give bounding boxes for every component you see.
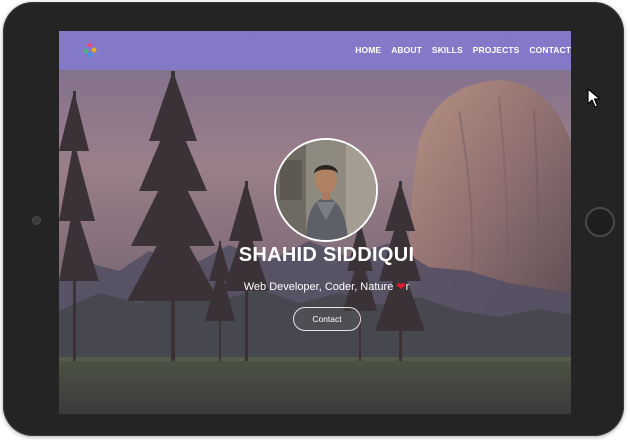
- profile-avatar: [274, 138, 378, 242]
- profile-photo: [276, 140, 376, 240]
- heart-icon: ❤: [396, 281, 406, 293]
- tablet-frame: HOME ABOUT SKILLS PROJECTS CONTACT SHAHI…: [3, 2, 624, 436]
- tablet-screen: HOME ABOUT SKILLS PROJECTS CONTACT SHAHI…: [59, 31, 571, 414]
- profile-tagline: Web Developer, Coder, Nature ❤r: [59, 280, 571, 293]
- nav-link-home[interactable]: HOME: [355, 45, 381, 55]
- navbar: HOME ABOUT SKILLS PROJECTS CONTACT: [59, 31, 571, 70]
- nav-link-projects[interactable]: PROJECTS: [473, 45, 520, 55]
- tablet-home-button[interactable]: [585, 207, 615, 237]
- nav-links: HOME ABOUT SKILLS PROJECTS CONTACT: [345, 45, 571, 55]
- mouse-cursor-icon: [587, 88, 601, 108]
- tagline-text: Web Developer, Coder, Nature: [243, 281, 397, 293]
- profile-name: SHAHID SIDDIQUI: [238, 244, 415, 266]
- nav-link-skills[interactable]: SKILLS: [432, 45, 463, 55]
- tagline-suffix: r: [405, 281, 410, 293]
- tablet-camera: [32, 216, 41, 225]
- nav-link-contact[interactable]: CONTACT: [529, 45, 571, 55]
- nav-link-about[interactable]: ABOUT: [391, 45, 422, 55]
- contact-button[interactable]: Contact: [293, 307, 361, 331]
- colorful-logo-icon[interactable]: [82, 42, 100, 60]
